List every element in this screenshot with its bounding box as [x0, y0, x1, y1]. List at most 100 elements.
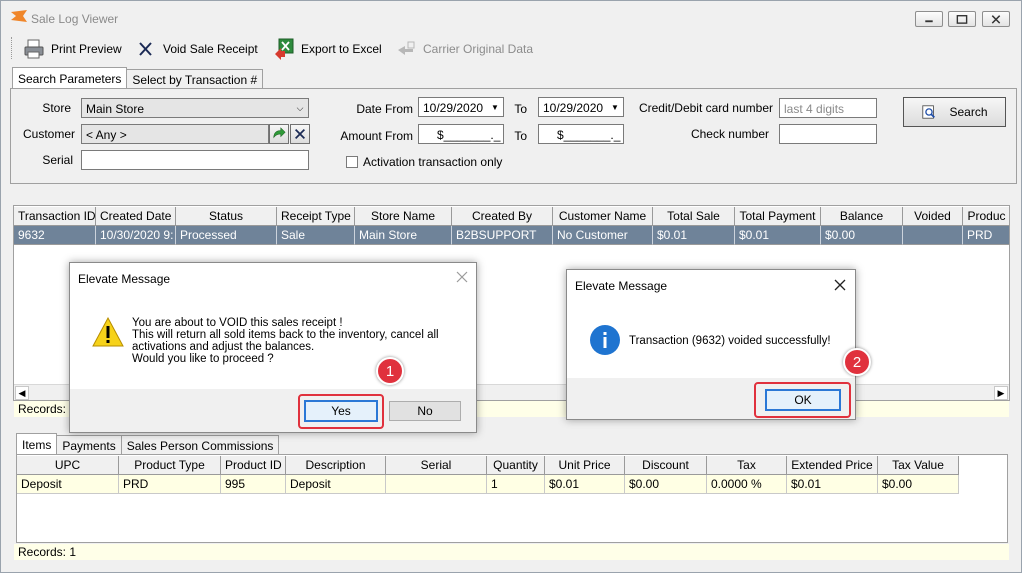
cell-extended-price: $0.01 [787, 475, 878, 494]
column-header[interactable]: Tax [707, 456, 787, 475]
check-number-input[interactable] [779, 124, 877, 144]
check-number-label: Check number [690, 127, 769, 141]
store-select[interactable]: Main Store ⌵ [81, 98, 309, 118]
tab-select-by-transaction[interactable]: Select by Transaction # [126, 69, 264, 89]
column-header[interactable]: Serial [386, 456, 487, 475]
column-header[interactable]: Status [176, 207, 277, 226]
column-header[interactable]: Unit Price [545, 456, 625, 475]
minimize-button[interactable] [915, 11, 943, 27]
void-x-icon [139, 42, 152, 56]
column-header[interactable]: Extended Price [787, 456, 878, 475]
date-from-label: Date From [356, 102, 413, 116]
column-header[interactable]: Customer Name [553, 207, 653, 226]
maximize-button[interactable] [948, 11, 976, 27]
card-number-input[interactable]: last 4 digits [779, 98, 877, 118]
step-badge-2: 2 [843, 348, 871, 376]
confirm-dialog-title: Elevate Message [78, 272, 171, 286]
close-icon[interactable] [834, 279, 846, 291]
column-header[interactable]: UPC [17, 456, 119, 475]
customer-field[interactable]: < Any > [81, 124, 269, 144]
cell-status: Processed [176, 226, 277, 245]
column-header[interactable]: Tax Value [878, 456, 959, 475]
store-label: Store [42, 101, 71, 115]
amount-from-input[interactable]: $_______._ [418, 124, 504, 144]
yes-button[interactable]: Yes [304, 400, 378, 422]
card-number-label: Credit/Debit card number [638, 101, 773, 115]
search-parameters-panel: Store Main Store ⌵ Customer < Any > Seri… [10, 88, 1017, 184]
void-sale-receipt-button[interactable]: Void Sale Receipt [135, 35, 258, 63]
ok-button[interactable]: OK [765, 389, 841, 411]
cell-transaction-id: 9632 [14, 226, 96, 245]
column-header[interactable]: Total Payment [735, 207, 821, 226]
column-header[interactable]: Store Name [355, 207, 452, 226]
column-header[interactable]: Quantity [487, 456, 545, 475]
date-to-picker[interactable]: 10/29/2020 ▼ [538, 97, 624, 117]
tab-search-parameters[interactable]: Search Parameters [12, 67, 128, 89]
column-header[interactable]: Produc [963, 207, 1009, 226]
print-preview-button[interactable]: Print Preview [23, 35, 122, 63]
column-header[interactable]: Discount [625, 456, 707, 475]
close-icon [991, 15, 1001, 24]
cell-customer-name: No Customer [553, 226, 653, 245]
card-number-placeholder: last 4 digits [784, 102, 845, 116]
no-button[interactable]: No [389, 401, 461, 421]
column-header[interactable]: Product ID [221, 456, 286, 475]
cell-created-date: 10/30/2020 9: [96, 226, 176, 245]
search-button[interactable]: Search [903, 97, 1006, 127]
customer-value: < Any > [86, 128, 127, 142]
items-grid: UPC Product Type Product ID Description … [16, 454, 1008, 543]
scroll-left-icon[interactable]: ◀ [15, 386, 29, 400]
minimize-icon [925, 20, 933, 23]
list-item[interactable]: Deposit PRD 995 Deposit 1 $0.01 $0.00 0.… [17, 475, 959, 494]
cell-serial [386, 475, 487, 494]
table-row[interactable]: 9632 10/30/2020 9: Processed Sale Main S… [14, 226, 1009, 245]
store-value: Main Store [86, 102, 145, 116]
tab-payments[interactable]: Payments [56, 435, 122, 455]
cell-product-type: PRD [119, 475, 221, 494]
column-header[interactable]: Total Sale [653, 207, 735, 226]
toolbar: Print Preview Void Sale Receipt Export t… [7, 35, 1017, 63]
maximize-icon [956, 15, 968, 24]
confirm-line: activations and adjust the balances. [132, 341, 315, 353]
cell-discount: $0.00 [625, 475, 707, 494]
column-header[interactable]: Balance [821, 207, 903, 226]
column-header[interactable]: Created By [452, 207, 553, 226]
cell-receipt-type: Sale [277, 226, 355, 245]
toolbar-grip [11, 37, 14, 59]
cell-tax-value: $0.00 [878, 475, 959, 494]
close-icon[interactable] [456, 271, 468, 283]
activation-only-checkbox[interactable] [346, 156, 358, 168]
serial-input[interactable] [81, 150, 309, 170]
date-from-value: 10/29/2020 [423, 101, 484, 115]
carrier-original-data-button[interactable]: Carrier Original Data [395, 35, 533, 63]
export-to-excel-button[interactable]: Export to Excel [273, 35, 382, 63]
tab-sales-person-commissions[interactable]: Sales Person Commissions [120, 435, 280, 455]
column-header[interactable]: Voided [903, 207, 963, 226]
tab-items[interactable]: Items [16, 433, 58, 455]
date-from-picker[interactable]: 10/29/2020 ▼ [418, 97, 504, 117]
info-dialog-title: Elevate Message [575, 279, 668, 293]
customer-clear-button[interactable] [290, 124, 310, 144]
date-to-value: 10/29/2020 [543, 101, 604, 115]
search-icon [922, 105, 936, 119]
clear-x-icon [295, 129, 305, 139]
amount-from-label: Amount From [340, 129, 413, 143]
serial-label: Serial [42, 153, 73, 167]
chevron-down-icon: ⌵ [296, 102, 304, 113]
column-header[interactable]: Transaction ID [14, 207, 96, 226]
items-header: UPC Product Type Product ID Description … [17, 456, 959, 475]
column-header[interactable]: Receipt Type [277, 207, 355, 226]
scroll-right-icon[interactable]: ▶ [994, 386, 1008, 400]
carrier-data-icon [398, 41, 415, 55]
amount-to-input[interactable]: $_______._ [538, 124, 624, 144]
column-header[interactable]: Product Type [119, 456, 221, 475]
close-window-button[interactable] [982, 11, 1010, 27]
info-dialog-message: Transaction (9632) voided successfully! [629, 335, 831, 347]
carrier-original-data-label: Carrier Original Data [423, 42, 534, 56]
amount-to-label: To [514, 129, 527, 143]
cell-balance: $0.00 [821, 226, 903, 245]
column-header[interactable]: Created Date [96, 207, 176, 226]
customer-select-button[interactable] [269, 124, 289, 144]
column-header[interactable]: Description [286, 456, 386, 475]
title-bar: Sale Log Viewer [1, 1, 1021, 31]
